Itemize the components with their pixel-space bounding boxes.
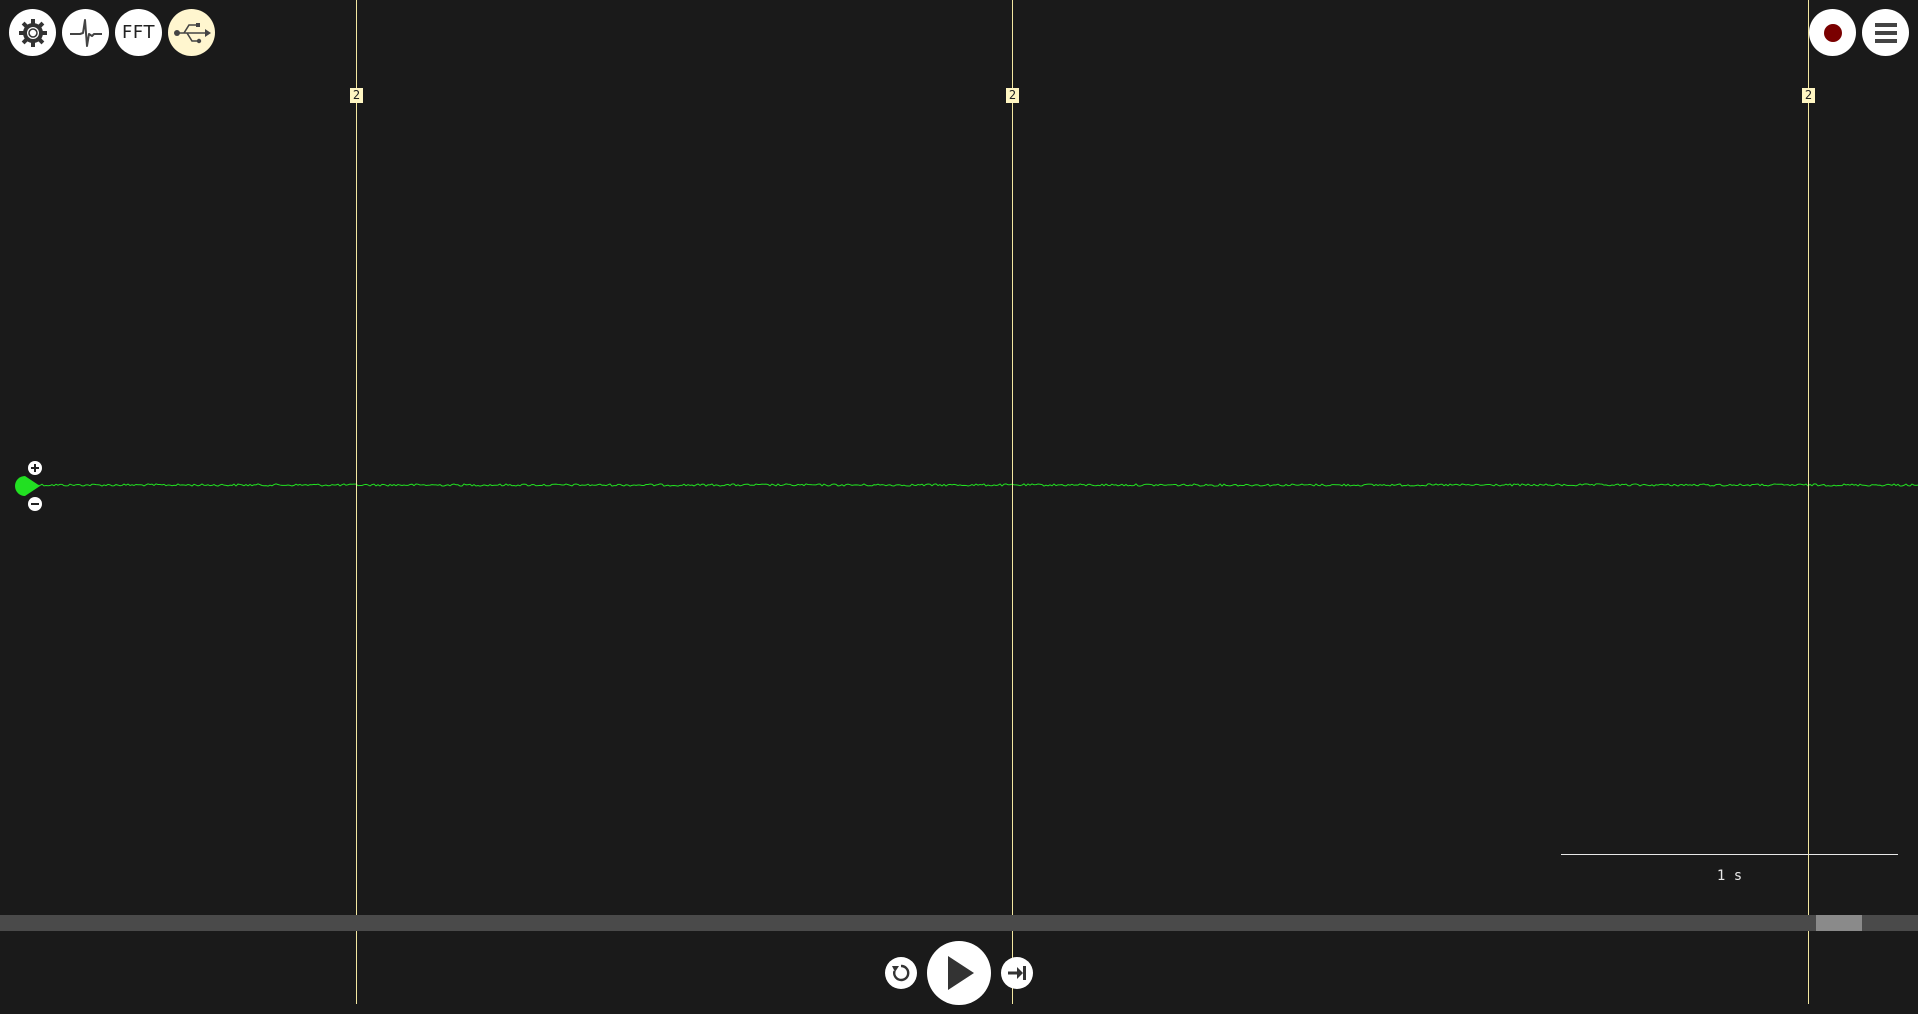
event-marker-tag[interactable]: 2	[350, 88, 363, 103]
rewind-icon	[892, 964, 910, 982]
channel-zoom-in-button[interactable]	[28, 461, 42, 475]
channel-handle[interactable]	[14, 475, 40, 497]
record-button[interactable]	[1809, 9, 1856, 56]
menu-button[interactable]	[1862, 9, 1909, 56]
event-marker-line	[356, 0, 357, 1004]
record-icon	[1823, 23, 1842, 42]
event-marker-line	[1012, 0, 1013, 1004]
rewind-button[interactable]	[885, 957, 917, 989]
settings-button[interactable]	[9, 9, 56, 56]
gear-icon	[18, 18, 47, 47]
spike-waveform-icon	[69, 18, 102, 47]
fft-button[interactable]: FFT	[115, 9, 162, 56]
usb-icon	[173, 22, 211, 43]
play-icon	[948, 956, 974, 990]
time-scale-label: 1 s	[1716, 868, 1743, 884]
skip-to-end-icon	[1008, 966, 1026, 980]
timeline-scrollbar[interactable]	[0, 915, 1918, 931]
play-button[interactable]	[927, 941, 991, 1005]
signal-trace	[29, 483, 1918, 487]
timeline-scrollbar-thumb[interactable]	[1816, 915, 1862, 931]
threshold-button[interactable]	[62, 9, 109, 56]
event-marker-tag[interactable]: 2	[1802, 88, 1815, 103]
waveform-viewer: FFT 2 2 2 1 s	[0, 0, 1918, 1014]
fft-icon: FFT	[122, 22, 155, 43]
channel-zoom-out-button[interactable]	[28, 497, 42, 511]
plus-icon	[31, 464, 39, 472]
event-marker-tag[interactable]: 2	[1006, 88, 1019, 103]
hamburger-menu-icon	[1874, 22, 1897, 43]
skip-to-end-button[interactable]	[1001, 957, 1033, 989]
usb-connection-button[interactable]	[168, 9, 215, 56]
time-scale-bar	[1561, 854, 1898, 855]
minus-icon	[31, 503, 39, 505]
